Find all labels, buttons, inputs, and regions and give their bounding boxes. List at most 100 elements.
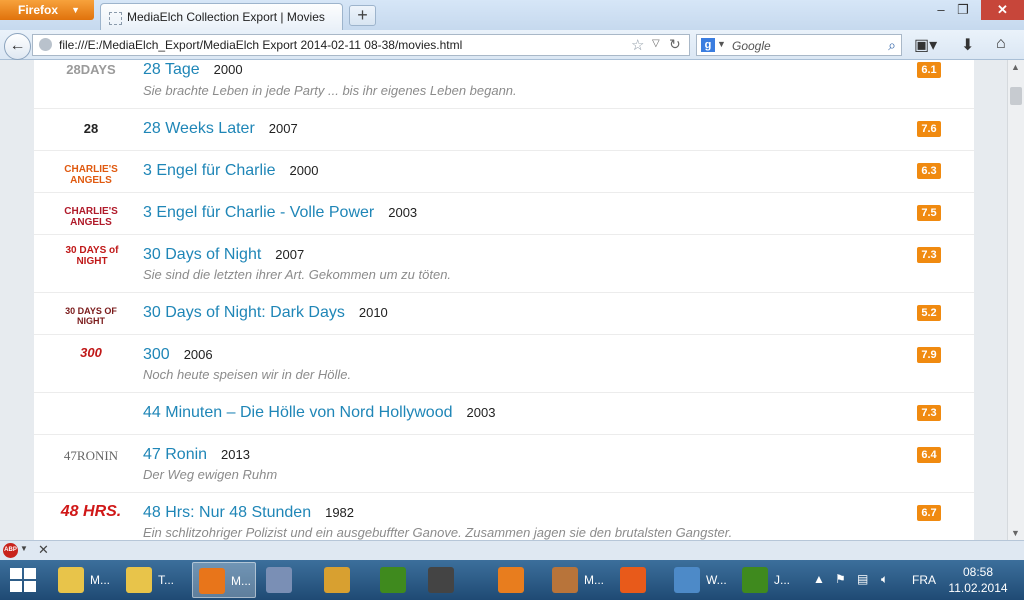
tab-movies[interactable]: MediaElch Collection Export | Movies xyxy=(100,3,343,30)
movie-title-line: 30 Days of Night: Dark Days 2010 xyxy=(143,304,388,322)
flag-icon[interactable]: ⚑ xyxy=(835,572,846,586)
bookmark-star-icon[interactable]: ☆ xyxy=(631,36,644,54)
clapper-icon xyxy=(428,567,454,593)
taskbar-button-label: W... xyxy=(706,573,727,587)
movie-title-line: 28 Tage 2000 xyxy=(143,61,243,79)
google-icon[interactable]: g xyxy=(701,38,715,52)
movie-row[interactable]: 44 Minuten – Die Hölle von Nord Hollywoo… xyxy=(34,393,974,435)
movie-title[interactable]: 3 Engel für Charlie xyxy=(143,162,276,179)
movie-row[interactable]: 48 HRS. 48 Hrs: Nur 48 Stunden 1982 Ein s… xyxy=(34,493,974,540)
movie-title[interactable]: 30 Days of Night: Dark Days xyxy=(143,304,345,321)
page-viewport: 28DAYS 28 Tage 2000 Sie brachte Leben in … xyxy=(0,60,1007,540)
movie-title-line: 47 Ronin 2013 xyxy=(143,446,250,464)
new-tab-button[interactable]: + xyxy=(349,5,376,26)
volume-muted-icon[interactable]: 🔈︎ xyxy=(881,572,888,587)
vertical-scrollbar[interactable]: ▲ ▼ xyxy=(1007,60,1024,540)
movie-row[interactable]: 28 28 Weeks Later 2007 7.6 xyxy=(34,109,974,151)
search-bar[interactable]: g ▼ Google ⌕ xyxy=(696,34,902,56)
taskbar-button[interactable] xyxy=(260,562,314,598)
back-button[interactable]: ← xyxy=(4,33,31,60)
taskbar-button[interactable]: M... xyxy=(192,562,256,598)
movie-logo: 48 HRS. xyxy=(60,503,122,520)
taskbar-button[interactable]: W... xyxy=(668,562,732,598)
scroll-down-icon[interactable]: ▼ xyxy=(1011,528,1020,538)
inkscape-icon xyxy=(266,567,292,593)
movie-title-line: 30 Days of Night 2007 xyxy=(143,246,304,264)
movie-title-line: 3 Engel für Charlie - Volle Power 2003 xyxy=(143,204,417,222)
network-icon[interactable]: ▤ xyxy=(857,572,868,586)
taskbar-button[interactable] xyxy=(614,562,662,598)
movie-year: 2010 xyxy=(358,305,388,320)
movie-logo: 30 DAYS of NIGHT xyxy=(65,245,119,267)
scrollbar-thumb[interactable] xyxy=(1010,87,1022,105)
bookmarks-menu-icon[interactable]: ▣▾ xyxy=(914,35,937,55)
movie-year: 2003 xyxy=(466,405,496,420)
movie-tagline: Ein schlitzohriger Polizist und ein ausg… xyxy=(143,525,733,540)
downloads-icon[interactable]: ⬇ xyxy=(961,35,974,55)
show-hidden-icons-icon[interactable]: ▲ xyxy=(813,572,825,586)
movie-title-line: 28 Weeks Later 2007 xyxy=(143,120,298,138)
clock[interactable]: 08:58 11.02.2014 xyxy=(948,564,1008,596)
fire-icon xyxy=(620,567,646,593)
movie-year: 1982 xyxy=(325,505,355,520)
taskbar-button[interactable]: T... xyxy=(120,562,184,598)
url-text[interactable]: file:///E:/MediaElch_Export/MediaElch Ex… xyxy=(59,38,462,52)
chevron-down-icon[interactable]: ▼ xyxy=(717,39,726,49)
movie-title[interactable]: 28 Tage xyxy=(143,61,200,78)
movie-row[interactable]: CHARLIE'S ANGELS 3 Engel für Charlie 2000… xyxy=(34,151,974,193)
movie-row[interactable]: CHARLIE'S ANGELS 3 Engel für Charlie - V… xyxy=(34,193,974,235)
rating-badge: 7.3 xyxy=(917,247,941,263)
taskbar-button[interactable] xyxy=(422,562,488,598)
close-button[interactable]: ✕ xyxy=(981,0,1024,20)
movie-title[interactable]: 47 Ronin xyxy=(143,446,207,463)
taskbar-button[interactable]: M... xyxy=(52,562,116,598)
close-icon[interactable]: ✕ xyxy=(38,542,49,558)
movie-tagline: Sie sind die letzten ihrer Art. Gekommen… xyxy=(143,267,452,282)
movie-title-line: 3 Engel für Charlie 2000 xyxy=(143,162,318,180)
movie-title[interactable]: 30 Days of Night xyxy=(143,246,261,263)
app-q-icon xyxy=(742,567,768,593)
movie-year: 2000 xyxy=(213,62,243,77)
taskbar-button[interactable] xyxy=(492,562,540,598)
clock-date: 11.02.2014 xyxy=(948,581,1008,595)
movie-title-line: 300 2006 xyxy=(143,346,213,364)
clock-time: 08:58 xyxy=(962,565,994,579)
movie-title[interactable]: 44 Minuten – Die Hölle von Nord Hollywoo… xyxy=(143,404,453,421)
taskbar-button[interactable] xyxy=(374,562,418,598)
url-bar[interactable]: file:///E:/MediaElch_Export/MediaElch Ex… xyxy=(32,34,690,56)
movie-title[interactable]: 3 Engel für Charlie - Volle Power xyxy=(143,204,374,221)
windows-logo-part xyxy=(24,581,36,592)
movie-title[interactable]: 48 Hrs: Nur 48 Stunden xyxy=(143,504,311,521)
movie-row[interactable]: 28DAYS 28 Tage 2000 Sie brachte Leben in … xyxy=(34,60,974,109)
taskbar-button-label: T... xyxy=(158,573,175,587)
home-icon[interactable]: ⌂ xyxy=(996,35,1006,53)
movie-row[interactable]: 30 DAYS of NIGHT 30 Days of Night 2007 Si… xyxy=(34,235,974,293)
movie-row[interactable]: 30 DAYS OF NIGHT 30 Days of Night: Dark … xyxy=(34,293,974,335)
movie-tagline: Sie brachte Leben in jede Party ... bis … xyxy=(143,83,517,98)
input-language[interactable]: FRA xyxy=(912,573,936,587)
start-button[interactable] xyxy=(10,568,36,592)
history-dropdown-icon[interactable]: ▽ xyxy=(652,38,660,49)
adblock-icon[interactable]: ABP xyxy=(3,543,18,558)
globe-icon xyxy=(39,38,52,51)
navigation-toolbar: ← file:///E:/MediaElch_Export/MediaElch … xyxy=(0,30,1024,60)
movie-title-line: 44 Minuten – Die Hölle von Nord Hollywoo… xyxy=(143,404,495,422)
movie-title[interactable]: 28 Weeks Later xyxy=(143,120,255,137)
maximize-button[interactable]: ❐ xyxy=(945,0,981,20)
chevron-down-icon: ▼ xyxy=(71,5,80,15)
movie-row[interactable]: 300 300 2006 Noch heute speisen wir in de… xyxy=(34,335,974,393)
taskbar-button[interactable] xyxy=(318,562,372,598)
search-input[interactable]: Google xyxy=(732,39,771,53)
firefox-menu-button[interactable]: Firefox ▼ xyxy=(0,0,94,20)
taskbar-button-label: M... xyxy=(584,573,604,587)
search-icon[interactable]: ⌕ xyxy=(888,37,896,54)
movie-row[interactable]: 47RONIN 47 Ronin 2013 Der Weg ewigen Ruhm… xyxy=(34,435,974,493)
chevron-down-icon[interactable]: ▼ xyxy=(20,544,28,553)
reload-icon[interactable]: ↻ xyxy=(669,36,681,53)
taskbar-button[interactable]: M... xyxy=(546,562,610,598)
scroll-up-icon[interactable]: ▲ xyxy=(1011,62,1020,72)
rating-badge: 7.3 xyxy=(917,405,941,421)
taskbar-button[interactable]: J... xyxy=(736,562,800,598)
movie-title[interactable]: 300 xyxy=(143,346,170,363)
movie-logo: 300 xyxy=(80,345,102,360)
